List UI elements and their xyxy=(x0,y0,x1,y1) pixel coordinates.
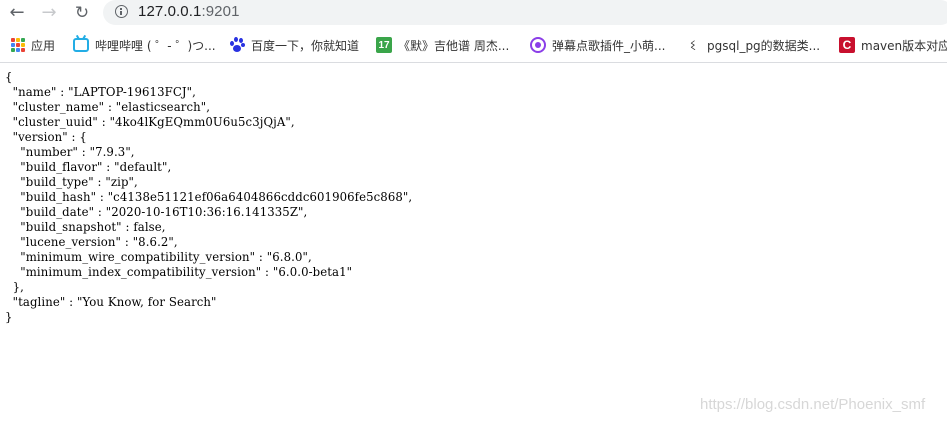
bookmark-apps[interactable]: 应用 xyxy=(11,36,55,54)
address-bar[interactable]: 127.0.0.1:9201 xyxy=(103,0,947,25)
bookmark-label: 哔哩哔哩 ( ゜- ゜)つ... xyxy=(95,38,216,53)
watermark: https://blog.csdn.net/Phoenix_smf xyxy=(700,396,926,413)
pg-icon: ଽ xyxy=(690,36,696,54)
bookmark-label: maven版本对应 xyxy=(861,38,947,53)
bookmarks-bar: 应用 哔哩哔哩 ( ゜- ゜)つ... 百度一下，你就知道 17 《默》吉他谱 … xyxy=(0,31,947,58)
bookmark-baidu[interactable]: 百度一下，你就知道 xyxy=(229,36,359,54)
forward-arrow-icon[interactable]: → xyxy=(38,2,60,24)
site-17-icon: 17 xyxy=(376,37,392,53)
browser-toolbar: ← → ↻ 127.0.0.1:9201 xyxy=(0,0,947,27)
url-port: :9201 xyxy=(201,3,240,20)
back-arrow-icon[interactable]: ← xyxy=(6,2,28,24)
bookmark-label: 《默》吉他谱 周杰... xyxy=(398,38,510,53)
url-host: 127.0.0.1 xyxy=(138,3,202,20)
music-icon xyxy=(530,37,546,53)
toolbar-divider xyxy=(0,62,947,63)
bookmark-guitar-tab[interactable]: 17 《默》吉他谱 周杰... xyxy=(376,36,509,54)
bookmark-label: 弹幕点歌插件_小萌... xyxy=(552,38,666,53)
baidu-paw-icon xyxy=(229,37,245,53)
json-response: { "name" : "LAPTOP-19613FCJ", "cluster_n… xyxy=(5,70,413,324)
bilibili-icon xyxy=(73,38,89,52)
apps-grid-icon xyxy=(11,38,25,52)
bookmark-label: pgsql_pg的数据类... xyxy=(707,38,821,53)
site-info-icon[interactable] xyxy=(115,5,128,18)
reload-icon[interactable]: ↻ xyxy=(71,2,93,24)
csdn-c-icon: C xyxy=(839,37,855,53)
page-content: { "name" : "LAPTOP-19613FCJ", "cluster_n… xyxy=(5,70,412,325)
bookmark-bilibili[interactable]: 哔哩哔哩 ( ゜- ゜)つ... xyxy=(73,36,216,54)
url-text[interactable]: 127.0.0.1:9201 xyxy=(138,3,240,20)
bookmark-maven[interactable]: C maven版本对应 xyxy=(839,36,947,54)
bookmark-pgsql[interactable]: ଽ pgsql_pg的数据类... xyxy=(685,36,820,54)
bookmark-danmaku[interactable]: 弹幕点歌插件_小萌... xyxy=(530,36,665,54)
bookmark-label: 应用 xyxy=(31,38,56,53)
bookmark-label: 百度一下，你就知道 xyxy=(251,38,360,53)
